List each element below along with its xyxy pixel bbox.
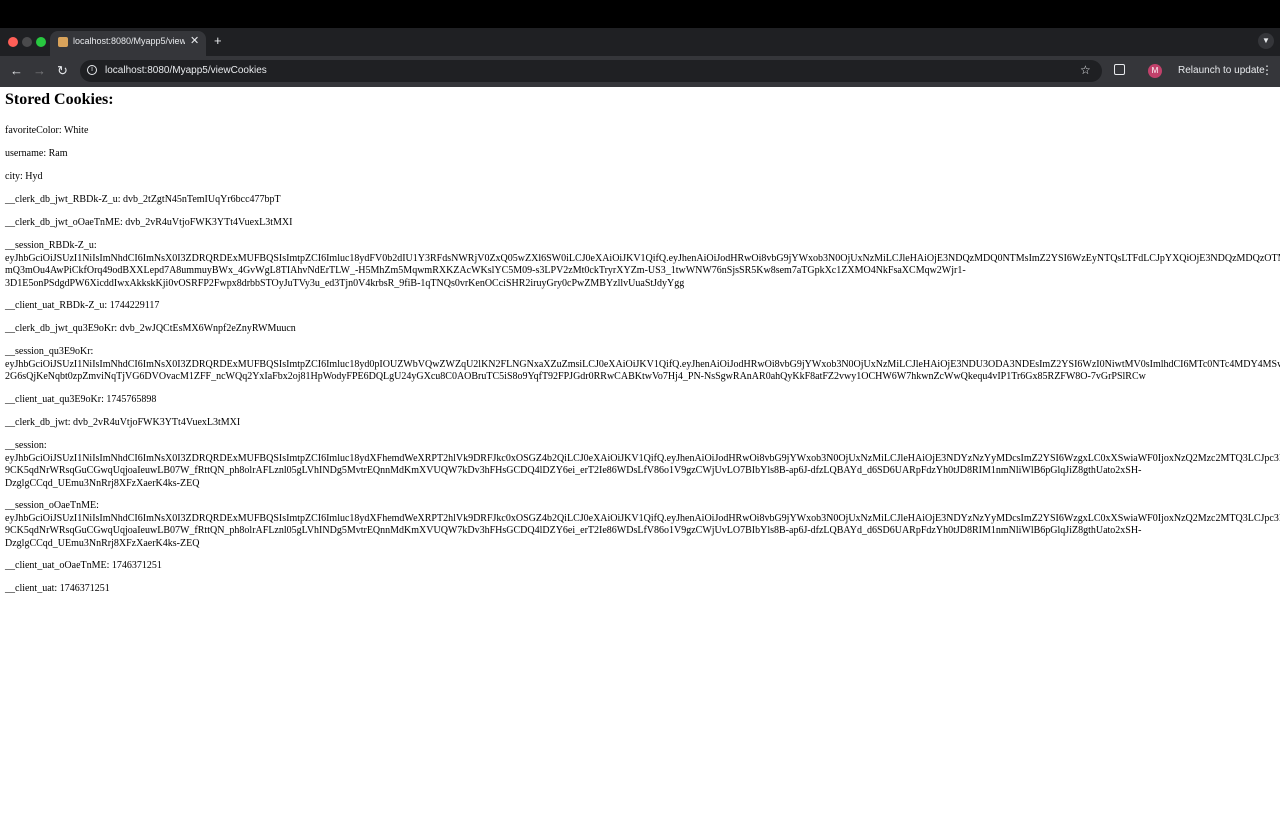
cookie-entry: __client_uat: 1746371251: [5, 583, 110, 594]
cookie-entry: __clerk_db_jwt: dvb_2vR4uVtjoFWK3YTt4Vue…: [5, 417, 241, 428]
cookie-entry: favoriteColor: White: [5, 125, 89, 136]
cookie-entry: username: Ram: [5, 148, 68, 159]
maximize-window-button[interactable]: [36, 37, 46, 47]
bookmark-star-icon[interactable]: ☆: [1080, 63, 1091, 77]
cookie-entry: city: Hyd: [5, 171, 43, 182]
back-icon[interactable]: ←: [10, 63, 23, 78]
cookie-entry: __session_oOaeTnME: eyJhbGciOiJSUzI1NiIs…: [5, 500, 1280, 549]
cookie-entry: __client_uat_qu3E9oKr: 1745765898: [5, 394, 157, 405]
reload-icon[interactable]: ↻: [57, 63, 68, 79]
tab-search-icon[interactable]: ▼: [1258, 33, 1274, 49]
close-window-button[interactable]: [8, 37, 18, 47]
tab-close-icon[interactable]: ✕: [190, 34, 199, 47]
extensions-icon[interactable]: [1114, 64, 1125, 75]
relaunch-button[interactable]: Relaunch to update: [1178, 65, 1265, 76]
tab-title: localhost:8080/Myapp5/viewC: [73, 36, 185, 46]
forward-icon[interactable]: →: [33, 63, 46, 78]
favicon-icon: [58, 37, 68, 47]
cookie-entry: __session_qu3E9oKr: eyJhbGciOiJSUzI1NiIs…: [5, 346, 1280, 382]
cookie-entry: __clerk_db_jwt_oOaeTnME: dvb_2vR4uVtjoFW…: [5, 217, 293, 228]
screen-top-bar: [0, 0, 1280, 28]
address-url[interactable]: localhost:8080/Myapp5/viewCookies: [105, 65, 267, 76]
cookie-entry: __session: eyJhbGciOiJSUzI1NiIsImNhdCI6I…: [5, 440, 1280, 489]
menu-kebab-icon[interactable]: ⋮: [1261, 63, 1273, 77]
cookie-entry: __client_uat_RBDk-Z_u: 1744229117: [5, 300, 160, 311]
cookie-entry: __clerk_db_jwt_RBDk-Z_u: dvb_2tZgtN45nTe…: [5, 194, 281, 205]
minimize-window-button[interactable]: [22, 37, 32, 47]
cookie-entry: __client_uat_oOaeTnME: 1746371251: [5, 560, 162, 571]
browser-tab[interactable]: localhost:8080/Myapp5/viewC ✕: [50, 31, 206, 56]
cookie-entry: __clerk_db_jwt_qu3E9oKr: dvb_2wJQCtEsMX6…: [5, 323, 296, 334]
profile-avatar[interactable]: M: [1148, 64, 1162, 78]
page-content: Stored Cookies: favoriteColor: White use…: [0, 87, 1280, 829]
new-tab-icon[interactable]: +: [214, 33, 222, 48]
cookie-entry: __session_RBDk-Z_u: eyJhbGciOiJSUzI1NiIs…: [5, 240, 1280, 289]
page-heading: Stored Cookies:: [5, 91, 114, 108]
site-info-icon[interactable]: i: [87, 65, 97, 75]
